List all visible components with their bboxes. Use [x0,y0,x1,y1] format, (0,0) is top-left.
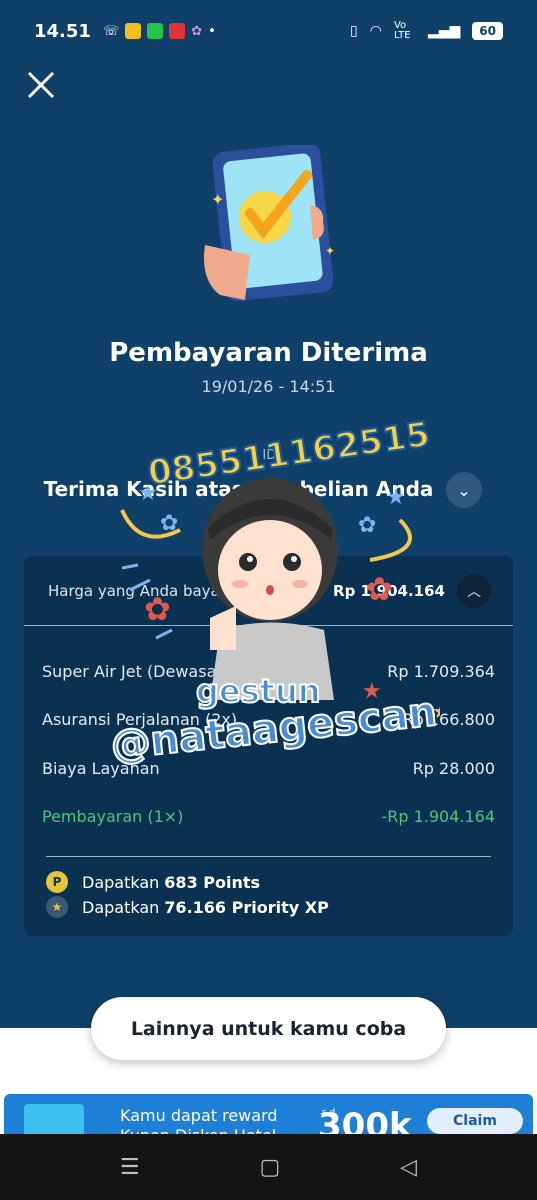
price-total: Rp 1.904.164 [333,581,445,600]
payment-value: -Rp 1.904.164 [381,807,495,826]
price-summary-header[interactable]: Harga yang Anda bayar Rp 1.904.164 ︿ [24,556,513,626]
price-breakdown-card: Harga yang Anda bayar Rp 1.904.164 ︿ Sup… [24,556,513,936]
svg-text:✿: ✿ [358,513,376,538]
claim-button[interactable]: Claim [427,1108,523,1134]
line-item-label: Asuransi Perjalanan (2x) [42,710,238,729]
app-notification-icon [169,23,186,39]
expand-details-button[interactable]: ⌄ [446,472,482,508]
app-notification-icon [147,23,164,39]
wifi-icon: ◠ [369,23,382,39]
priority-star-icon: ★ [46,896,68,918]
collapse-button[interactable]: ︿ [457,573,491,608]
points-icon: P [46,871,68,893]
vibrate-icon: ▯ [350,23,358,39]
close-button[interactable] [26,70,58,102]
reward-prefix: Dapatkan [82,872,160,892]
page-title: Pembayaran Diterima [109,338,428,368]
more-notifications-icon: • [208,23,216,39]
more-to-try-button[interactable]: Lainnya untuk kamu coba [91,997,446,1060]
line-item-value: Rp 166.800 [402,710,495,729]
reward-value: 683 Points [164,872,261,892]
status-time: 14.51 [34,20,91,42]
missed-call-icon: ☏ [102,23,120,39]
transaction-datetime: 19/01/26 - 14:51 [201,377,336,396]
line-item-value: Rp 1.709.364 [387,662,495,681]
system-icons: ▯ ◠ Vo LTE ▂▄▆ 60 [350,21,503,41]
divider [46,856,491,857]
line-item-label: Super Air Jet (Dewasa) [42,662,223,681]
payment-line: Pembayaran (1×) -Rp 1.904.164 [42,807,495,826]
price-line-item: Asuransi Perjalanan (2x) Rp 166.800 [42,710,495,729]
signal-icon: ▂▄▆ [427,23,461,39]
price-line-item: Biaya Layanan Rp 28.000 [42,759,495,778]
home-icon[interactable]: ▢ [260,1155,281,1180]
payment-label: Pembayaran (1×) [42,807,184,826]
close-icon [27,71,55,99]
chevron-up-icon: ︿ [467,583,481,600]
chevron-down-icon: ⌄ [457,480,471,500]
reward-points: P Dapatkan 683 Points [46,871,260,893]
svg-text:✿: ✿ [160,511,178,536]
price-line-item: Super Air Jet (Dewasa) Rp 1.709.364 [42,662,495,681]
price-label: Harga yang Anda bayar [48,581,226,600]
reward-priority-xp: ★ Dapatkan 76.166 Priority XP [46,896,329,918]
app-notification-icon [125,23,142,39]
payment-success-illustration: ✦ ✦ [204,145,335,302]
reward-prefix: Dapatkan [82,897,160,917]
system-navigation-bar: ☰ ▢ ◁ [0,1134,537,1200]
recent-apps-icon[interactable]: ☰ [120,1155,140,1180]
line-item-value: Rp 28.000 [412,759,495,778]
app-notification-icon: ✿ [191,23,203,39]
status-bar: 14.51 ☏ ✿ • ▯ ◠ Vo LTE ▂▄▆ 60 [0,0,537,62]
booking-id-label: g ID [250,448,277,463]
battery-icon: 60 [472,22,503,40]
back-icon[interactable]: ◁ [400,1155,417,1180]
svg-text:✦: ✦ [211,190,224,209]
network-label: Vo LTE [393,20,411,41]
notification-icons: ☏ ✿ • [103,23,216,39]
banner-line-1: Kamu dapat reward [120,1106,278,1125]
line-item-label: Biaya Layanan [42,759,160,778]
svg-text:✦: ✦ [325,244,335,258]
reward-value: 76.166 Priority XP [164,897,329,917]
